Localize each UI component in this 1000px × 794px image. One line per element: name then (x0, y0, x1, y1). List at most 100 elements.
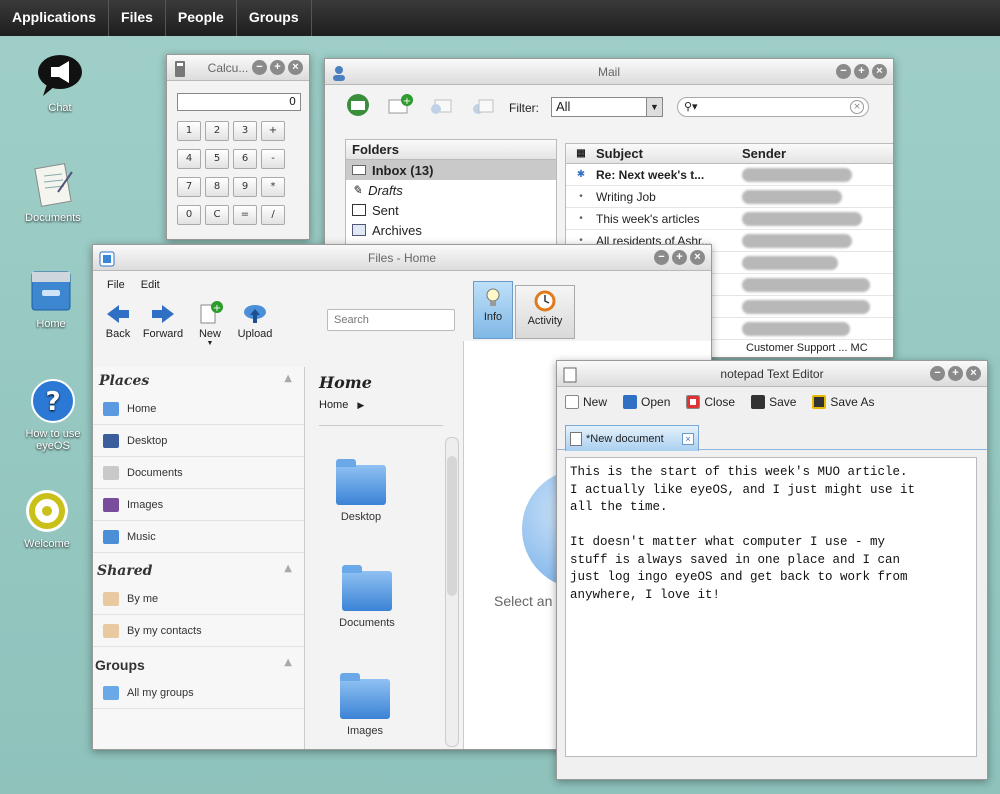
close-tab-icon[interactable]: × (682, 432, 694, 445)
desktop-icon-home[interactable]: Home (6, 268, 96, 330)
collapse-icon[interactable]: ▲ (284, 563, 292, 579)
files-scrollbar[interactable] (445, 437, 459, 747)
mail-search-input[interactable]: ⚲▾ × (677, 97, 869, 117)
filter-select[interactable]: All ▼ (551, 97, 663, 117)
receive-mail-icon[interactable] (345, 93, 371, 120)
breadcrumb-home[interactable]: Home (319, 399, 348, 411)
close-icon[interactable]: × (872, 64, 887, 79)
calc-key[interactable]: 8 (205, 177, 229, 197)
calc-key[interactable]: + (261, 121, 285, 141)
forward-icon[interactable] (471, 93, 497, 120)
document-tab[interactable]: *New document × (565, 425, 699, 451)
open-icon (623, 395, 638, 409)
reply-icon[interactable] (429, 93, 455, 120)
minimize-icon[interactable]: − (930, 366, 945, 381)
calc-key[interactable]: 3 (233, 121, 257, 141)
desktop-icon-help[interactable]: ? How to use eyeOS (8, 378, 98, 452)
calc-key[interactable]: 2 (205, 121, 229, 141)
minimize-icon[interactable]: − (654, 250, 669, 265)
folder-desktop[interactable]: Desktop (321, 459, 401, 523)
sidebar-item-images[interactable]: Images (93, 489, 304, 521)
sidebar-item-music[interactable]: Music (93, 521, 304, 553)
folder-label: Archives (372, 222, 422, 238)
calc-key[interactable]: * (261, 177, 285, 197)
menu-applications[interactable]: Applications (0, 0, 110, 36)
calc-key[interactable]: 0 (177, 205, 201, 225)
folder-label: Sent (372, 202, 399, 218)
close-icon[interactable]: × (288, 60, 303, 75)
calc-key[interactable]: 5 (205, 149, 229, 169)
calc-key[interactable]: 7 (177, 177, 201, 197)
sidebar-item-by-my-contacts[interactable]: By my contacts (93, 615, 304, 647)
message-row[interactable]: • Writing Job (566, 186, 893, 208)
folder-documents[interactable]: Documents (327, 565, 407, 629)
folder-images[interactable]: Images (325, 673, 405, 737)
maximize-icon[interactable]: + (270, 60, 285, 75)
folder-item-inbox[interactable]: Inbox (13) (346, 160, 556, 180)
calc-key[interactable]: 4 (177, 149, 201, 169)
sidebar-item-desktop[interactable]: Desktop (93, 425, 304, 457)
minimize-icon[interactable]: − (252, 60, 267, 75)
menu-files[interactable]: Files (109, 0, 166, 36)
open-button[interactable]: Open (623, 395, 670, 409)
close-button[interactable]: Close (686, 395, 735, 409)
columns-icon[interactable]: ▦ (566, 148, 596, 159)
save-button[interactable]: Save (751, 395, 796, 409)
desktop-icon-documents[interactable]: Documents (8, 162, 98, 224)
calc-key[interactable]: 1 (177, 121, 201, 141)
column-subject[interactable]: Subject (596, 146, 742, 161)
maximize-icon[interactable]: + (672, 250, 687, 265)
breadcrumb[interactable]: Home ▶ (319, 399, 364, 411)
mail-titlebar[interactable]: Mail − + × (325, 59, 893, 85)
files-search-input[interactable]: Search (327, 309, 455, 331)
message-row[interactable]: • This week's articles (566, 208, 893, 230)
minimize-icon[interactable]: − (836, 64, 851, 79)
close-icon[interactable]: × (966, 366, 981, 381)
menu-file[interactable]: File (107, 279, 125, 291)
folder-item-archives[interactable]: Archives (346, 220, 556, 240)
calc-key[interactable]: / (261, 205, 285, 225)
upload-button[interactable]: Upload (233, 301, 277, 340)
calc-key[interactable]: C (205, 205, 229, 225)
calc-key[interactable]: - (261, 149, 285, 169)
calculator-titlebar[interactable]: Calcu... − + × (167, 55, 309, 81)
menu-edit[interactable]: Edit (141, 279, 160, 291)
tab-activity[interactable]: Activity (515, 285, 575, 339)
menu-groups[interactable]: Groups (237, 0, 312, 36)
menu-people[interactable]: People (166, 0, 237, 36)
editor-titlebar[interactable]: notepad Text Editor − + × (557, 361, 987, 387)
editor-textarea[interactable]: This is the start of this week's MUO art… (565, 457, 977, 757)
files-titlebar[interactable]: Files - Home − + × (93, 245, 711, 271)
message-row[interactable]: ✱ Re: Next week's t... (566, 164, 893, 186)
save-as-button[interactable]: Save As (812, 395, 874, 409)
collapse-icon[interactable]: ▲ (284, 373, 292, 389)
clear-search-icon[interactable]: × (850, 100, 864, 114)
maximize-icon[interactable]: + (948, 366, 963, 381)
scrollbar-thumb[interactable] (447, 456, 457, 596)
sidebar-item-all-my-groups[interactable]: All my groups (93, 677, 304, 709)
column-sender[interactable]: Sender (742, 146, 786, 161)
collapse-icon[interactable]: ▲ (284, 657, 292, 673)
close-icon[interactable]: × (690, 250, 705, 265)
forward-button[interactable]: Forward (139, 303, 187, 340)
svg-text:+: + (213, 303, 221, 314)
desktop-icon-chat[interactable]: Chat (15, 52, 105, 114)
calc-key[interactable]: = (233, 205, 257, 225)
new-mail-icon[interactable]: + (387, 93, 413, 120)
calc-key[interactable]: 9 (233, 177, 257, 197)
sidebar-item-home[interactable]: Home (93, 393, 304, 425)
calc-key[interactable]: 6 (233, 149, 257, 169)
new-document-button[interactable]: New (565, 395, 607, 409)
chevron-down-icon: ▼ (646, 98, 662, 116)
back-button[interactable]: Back (103, 303, 133, 340)
desktop-icon-welcome[interactable]: Welcome (2, 488, 92, 550)
sidebar-item-documents[interactable]: Documents (93, 457, 304, 489)
folder-item-sent[interactable]: Sent (346, 200, 556, 220)
folder-item-drafts[interactable]: ✎ Drafts (346, 180, 556, 200)
sidebar-item-label: All my groups (127, 686, 194, 699)
maximize-icon[interactable]: + (854, 64, 869, 79)
sidebar-item-by-me[interactable]: By me (93, 583, 304, 615)
new-button[interactable]: + New ▼ (195, 301, 225, 347)
tab-info[interactable]: Info (473, 281, 513, 339)
by-me-icon (103, 591, 119, 606)
